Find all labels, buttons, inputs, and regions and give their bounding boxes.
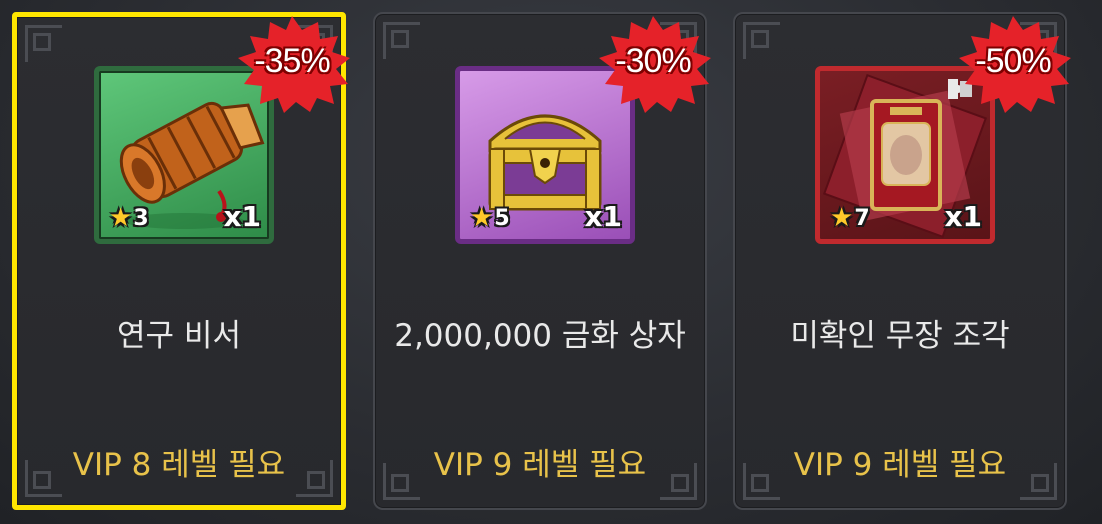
shop-item-card-unidentified-fragment[interactable]: ★ 7 x1 -50% 미확인 무장 조각 VIP 9 레벨 필요 bbox=[733, 12, 1071, 510]
star-icon: ★ bbox=[830, 203, 854, 233]
corner-ornament bbox=[383, 22, 420, 59]
star-rating: ★ 3 bbox=[109, 205, 149, 231]
star-icon: ★ bbox=[109, 203, 133, 233]
vip-requirement: VIP 9 레벨 필요 bbox=[793, 447, 1007, 483]
star-count: 5 bbox=[494, 205, 510, 231]
star-icon: ★ bbox=[470, 203, 494, 233]
discount-badge: -30% bbox=[593, 14, 713, 114]
item-quantity: x1 bbox=[944, 200, 982, 233]
discount-label: -35% bbox=[254, 42, 330, 80]
discount-label: -50% bbox=[975, 42, 1051, 80]
item-name: 미확인 무장 조각 bbox=[790, 318, 1010, 354]
vip-requirement: VIP 8 레벨 필요 bbox=[72, 447, 286, 483]
item-name: 연구 비서 bbox=[117, 318, 241, 354]
star-count: 3 bbox=[133, 205, 149, 231]
item-quantity: x1 bbox=[223, 200, 261, 233]
item-quantity: x1 bbox=[584, 200, 622, 233]
item-name: 2,000,000 금화 상자 bbox=[394, 318, 686, 354]
vip-requirement: VIP 9 레벨 필요 bbox=[433, 447, 647, 483]
shop-item-card-gold-chest[interactable]: ★ 5 x1 -30% 2,000,000 금화 상자 VIP 9 레벨 필요 bbox=[373, 12, 711, 510]
star-rating: ★ 7 bbox=[830, 205, 870, 231]
discount-badge: -50% bbox=[953, 14, 1073, 114]
discount-label: -30% bbox=[615, 42, 691, 80]
corner-ornament bbox=[743, 22, 780, 59]
star-count: 7 bbox=[854, 205, 870, 231]
star-rating: ★ 5 bbox=[470, 205, 510, 231]
corner-ornament bbox=[25, 25, 62, 62]
discount-badge: -35% bbox=[232, 14, 352, 114]
shop-item-card-research-assistant[interactable]: ★ 3 x1 -35% 연구 비서 VIP 8 레벨 필요 bbox=[12, 12, 350, 510]
